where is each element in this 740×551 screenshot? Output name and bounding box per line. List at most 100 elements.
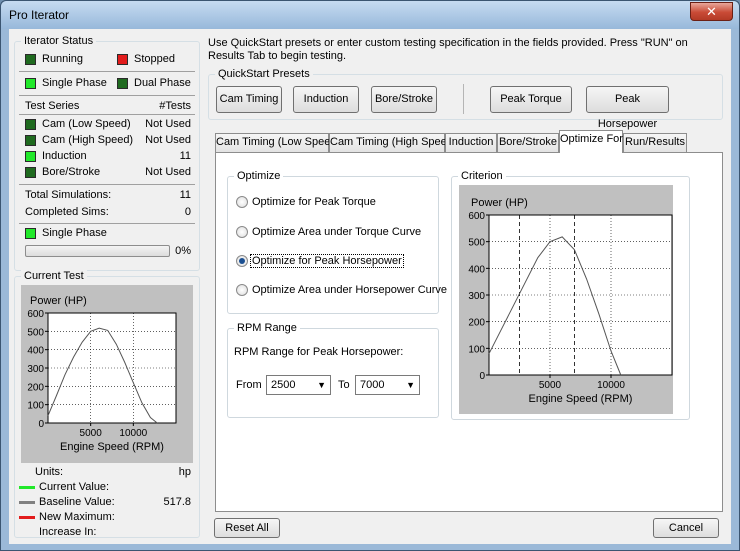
x-axis-label: Engine Speed (RPM) bbox=[60, 441, 164, 453]
radio-peak-torque[interactable] bbox=[236, 196, 248, 208]
total-simulations-value: 11 bbox=[179, 189, 191, 201]
tab-bore-stroke[interactable]: Bore/Stroke bbox=[497, 133, 559, 152]
rpm-range-subtitle: RPM Range for Peak Horsepower: bbox=[234, 346, 404, 358]
total-simulations-label: Total Simulations: bbox=[25, 189, 112, 201]
tab-cam-timing-low[interactable]: Cam Timing (Low Speed) bbox=[215, 133, 340, 152]
to-rpm-value: 7000 bbox=[360, 379, 385, 391]
y-tick-label: 300 bbox=[468, 291, 485, 302]
chart-title: Power (HP) bbox=[471, 197, 528, 209]
phase-indicator-icon bbox=[25, 228, 36, 239]
series-value-cam-low: Not Used bbox=[145, 118, 191, 130]
series-value-induction: 11 bbox=[179, 150, 191, 162]
series-value-bore-stroke: Not Used bbox=[145, 166, 191, 178]
units-label: Units: bbox=[35, 466, 64, 478]
tests-count-header: #Tests bbox=[159, 100, 191, 112]
quickstart-heading: QuickStart Presets bbox=[215, 68, 313, 80]
criterion-group: Criterion Power (HP) 0 100 200 300 400 500 600 5… bbox=[451, 170, 690, 420]
cancel-button[interactable]: Cancel bbox=[653, 518, 719, 538]
bore-stroke-indicator-icon bbox=[25, 167, 36, 178]
preset-bore-stroke-button[interactable]: Bore/Stroke bbox=[371, 86, 437, 113]
option-peak-horsepower-label[interactable]: Optimize for Peak Horsepower bbox=[250, 254, 404, 268]
current-value-label: Current Value: bbox=[39, 481, 110, 493]
running-indicator-icon bbox=[25, 54, 36, 65]
radio-area-horsepower[interactable] bbox=[236, 284, 248, 296]
radio-peak-horsepower[interactable] bbox=[236, 255, 248, 267]
single-phase-indicator-icon bbox=[25, 78, 36, 89]
close-button[interactable]: ✕ bbox=[690, 2, 733, 21]
phase-label: Single Phase bbox=[42, 227, 107, 239]
running-label: Running bbox=[42, 53, 83, 65]
units-value: hp bbox=[178, 466, 191, 478]
dual-phase-label: Dual Phase bbox=[134, 77, 191, 89]
optimize-heading: Optimize bbox=[234, 170, 284, 182]
rpm-range-group: RPM Range RPM Range for Peak Horsepower:… bbox=[227, 322, 439, 418]
radio-area-torque[interactable] bbox=[236, 226, 248, 238]
baseline-value: 517.8 bbox=[163, 496, 191, 508]
y-tick-label: 600 bbox=[27, 309, 44, 320]
divider bbox=[19, 71, 195, 72]
iterator-status-heading: Iterator Status bbox=[21, 35, 97, 47]
y-tick-label: 200 bbox=[468, 318, 485, 329]
tab-cam-timing-high[interactable]: Cam Timing (High Speed) bbox=[329, 133, 457, 152]
y-tick-label: 300 bbox=[27, 364, 44, 375]
current-test-panel: Current Test Power (HP) 0 100 200 300 400 500 6… bbox=[14, 270, 200, 538]
current-test-chart: Power (HP) 0 100 200 300 400 500 600 5000 10000 En… bbox=[27, 295, 177, 453]
client-area: Iterator Status Running Stopped Single P… bbox=[9, 29, 731, 544]
y-tick-label: 400 bbox=[468, 264, 485, 275]
stopped-label: Stopped bbox=[134, 53, 175, 65]
option-area-torque-label[interactable]: Optimize Area under Torque Curve bbox=[252, 226, 421, 238]
divider bbox=[19, 223, 195, 224]
y-tick-label: 100 bbox=[468, 344, 485, 355]
y-tick-label: 500 bbox=[468, 238, 485, 249]
baseline-value-legend-swatch bbox=[19, 501, 35, 504]
optimize-group: Optimize Optimize for Peak Torque Optimi… bbox=[227, 170, 447, 314]
option-peak-torque-label[interactable]: Optimize for Peak Torque bbox=[252, 196, 376, 208]
to-rpm-select[interactable]: 7000 ▼ bbox=[355, 375, 420, 395]
y-tick-label: 500 bbox=[27, 327, 44, 338]
single-phase-label: Single Phase bbox=[42, 77, 107, 89]
window-title: Pro Iterator bbox=[9, 8, 70, 22]
preset-peak-horsepower-button[interactable]: Peak Horsepower bbox=[586, 86, 669, 130]
preset-induction-button[interactable]: Induction bbox=[293, 86, 359, 113]
y-tick-label: 0 bbox=[479, 371, 485, 382]
new-maximum-legend-swatch bbox=[19, 516, 35, 519]
increase-in-label: Increase In: bbox=[39, 526, 97, 538]
from-rpm-select[interactable]: 2500 ▼ bbox=[266, 375, 331, 395]
y-tick-label: 400 bbox=[27, 346, 44, 357]
tab-run-results[interactable]: Run/Results bbox=[623, 133, 687, 152]
series-label-cam-high: Cam (High Speed) bbox=[42, 134, 134, 146]
option-area-horsepower-label[interactable]: Optimize Area under Horsepower Curve bbox=[252, 284, 447, 296]
to-label: To bbox=[338, 379, 350, 391]
series-value-cam-high: Not Used bbox=[145, 134, 191, 146]
divider bbox=[19, 114, 195, 115]
from-rpm-value: 2500 bbox=[271, 379, 296, 391]
preset-cam-timing-button[interactable]: Cam Timing bbox=[216, 86, 282, 113]
instructions-text: Use QuickStart presets or enter custom t… bbox=[208, 37, 688, 62]
x-tick-label: 10000 bbox=[119, 428, 147, 439]
x-tick-label: 5000 bbox=[539, 380, 562, 391]
title-bar[interactable]: Pro Iterator ✕ bbox=[1, 1, 739, 29]
tab-optimize-for[interactable]: Optimize For bbox=[559, 130, 623, 153]
induction-indicator-icon bbox=[25, 151, 36, 162]
from-label: From bbox=[236, 379, 262, 391]
optimize-for-tab-panel: Optimize Optimize for Peak Torque Optimi… bbox=[215, 152, 723, 512]
cam-high-speed-indicator-icon bbox=[25, 135, 36, 146]
test-series-header: Test Series bbox=[25, 100, 80, 112]
series-label-induction: Induction bbox=[42, 150, 87, 162]
preset-peak-torque-button[interactable]: Peak Torque bbox=[490, 86, 572, 113]
baseline-value-label: Baseline Value: bbox=[39, 496, 115, 508]
series-label-cam-low: Cam (Low Speed) bbox=[42, 118, 131, 130]
dual-phase-indicator-icon bbox=[117, 78, 128, 89]
x-axis-label: Engine Speed (RPM) bbox=[529, 393, 633, 405]
quickstart-presets-panel: QuickStart Presets Cam Timing Induction … bbox=[208, 68, 723, 130]
current-value-legend-swatch bbox=[19, 486, 35, 489]
current-test-heading: Current Test bbox=[21, 270, 87, 282]
reset-all-button[interactable]: Reset All bbox=[214, 518, 280, 538]
criterion-chart: Power (HP) 0 100 200 300 400 500 600 5000 10000 En… bbox=[468, 197, 673, 405]
divider bbox=[19, 95, 195, 96]
tab-induction[interactable]: Induction bbox=[445, 133, 497, 152]
cancel-label: Cancel bbox=[668, 522, 704, 534]
divider bbox=[19, 184, 195, 185]
completed-sims-value: 0 bbox=[184, 206, 191, 218]
series-label-bore-stroke: Bore/Stroke bbox=[42, 166, 101, 178]
